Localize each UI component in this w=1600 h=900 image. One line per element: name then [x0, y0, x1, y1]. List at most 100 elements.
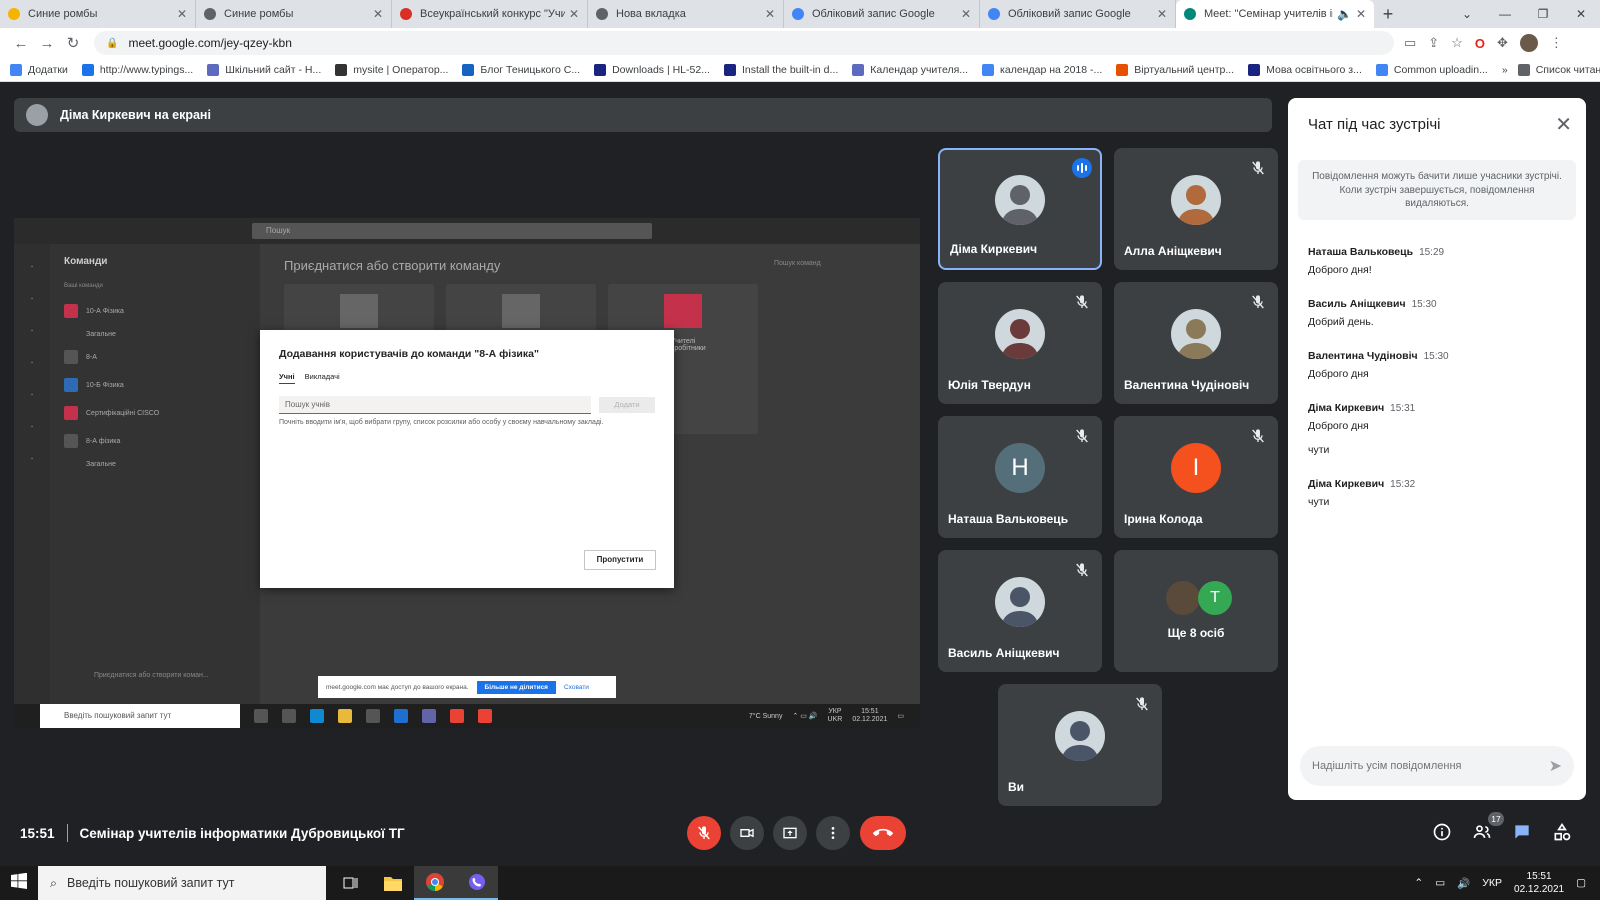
- message-sender: Діма Киркевич: [1308, 478, 1385, 490]
- close-tab-icon[interactable]: ✕: [961, 7, 971, 21]
- more-options-button[interactable]: [816, 816, 850, 850]
- your-teams-label: Ваші команди: [64, 283, 103, 289]
- present-button[interactable]: [773, 816, 807, 850]
- bookmark-item[interactable]: календар на 2018 -...: [982, 63, 1102, 76]
- bookmark-item[interactable]: Календар учителя...: [852, 63, 968, 76]
- speaker-icon[interactable]: 🔈: [1337, 7, 1352, 21]
- chat-button[interactable]: [1512, 822, 1532, 842]
- bookmark-item[interactable]: Віртуальний центр...: [1116, 63, 1234, 76]
- close-chat-button[interactable]: ✕: [1555, 112, 1572, 137]
- participant-tile[interactable]: Василь Аніщкевич: [938, 550, 1102, 672]
- mic-off-icon: [1252, 161, 1264, 175]
- participant-tile[interactable]: Алла Аніщкевич: [1114, 148, 1278, 270]
- maximize-button[interactable]: ❐: [1524, 0, 1562, 28]
- bookmark-label: Downloads | HL-52...: [612, 63, 710, 76]
- bookmark-item[interactable]: Додатки: [10, 63, 68, 76]
- chat-message: Наташа Вальковець 15:29 Доброго дня!: [1308, 246, 1568, 276]
- teams-topbar: Пошук: [14, 218, 920, 244]
- reading-list[interactable]: Список читання: [1517, 63, 1600, 76]
- people-button[interactable]: 17: [1472, 812, 1504, 842]
- bookmark-item[interactable]: Common uploadin...: [1375, 63, 1488, 76]
- people-icon: [1473, 825, 1491, 838]
- bookmark-item[interactable]: Downloads | HL-52...: [594, 63, 710, 76]
- bookmark-item[interactable]: Блог Теницького С...: [462, 63, 580, 76]
- close-tab-icon[interactable]: ✕: [373, 7, 383, 21]
- opera-extension-icon[interactable]: O: [1475, 36, 1485, 51]
- mic-toggle-button[interactable]: [687, 816, 721, 850]
- profile-avatar[interactable]: [1519, 34, 1538, 52]
- system-clock[interactable]: 15:51 02.12.2021: [1514, 870, 1564, 896]
- activities-button[interactable]: [1552, 822, 1572, 842]
- team-item: 8-А: [64, 343, 246, 371]
- send-icon[interactable]: ➤: [1549, 756, 1562, 776]
- volume-icon[interactable]: 🔊: [1457, 877, 1470, 890]
- bookmark-item[interactable]: Мова освітнього з...: [1248, 63, 1362, 76]
- close-tab-icon[interactable]: ✕: [177, 7, 187, 21]
- participant-tile[interactable]: Валентина Чудіновіч: [1114, 282, 1278, 404]
- bookmark-item[interactable]: http://www.typings...: [81, 63, 193, 76]
- close-tab-icon[interactable]: ✕: [1356, 7, 1366, 21]
- leave-call-button[interactable]: [860, 816, 906, 850]
- share-icon[interactable]: ⇪: [1428, 35, 1439, 51]
- camera-toggle-button[interactable]: [730, 816, 764, 850]
- start-button[interactable]: [0, 872, 38, 894]
- chrome-taskbar-button[interactable]: [414, 866, 456, 900]
- language-indicator[interactable]: УКР: [1482, 877, 1502, 889]
- browser-tab[interactable]: Обліковий запис Google ✕: [980, 0, 1176, 28]
- close-tab-icon[interactable]: ✕: [1157, 7, 1167, 21]
- more-bookmarks-icon[interactable]: »: [1502, 64, 1508, 76]
- team-channel: Загальне: [86, 460, 116, 468]
- close-window-button[interactable]: ✕: [1562, 0, 1600, 28]
- close-tab-icon[interactable]: ✕: [569, 7, 579, 21]
- tab-search-icon[interactable]: ⌄: [1448, 0, 1486, 28]
- bookmark-icon: [10, 63, 22, 76]
- message-header: Валентина Чудіновіч 15:30: [1308, 350, 1568, 362]
- browser-toolbar: ← → ↻ 🔒 meet.google.com/jey-qzey-kbn ▭ ⇪…: [0, 28, 1600, 58]
- task-view-button[interactable]: [330, 866, 372, 900]
- forward-button[interactable]: →: [34, 35, 60, 52]
- extensions-icon[interactable]: ✥: [1497, 35, 1508, 51]
- bookmark-icon: [982, 63, 995, 76]
- bookmark-item[interactable]: Шкільний сайт - Н...: [207, 63, 321, 76]
- browser-tab[interactable]: Нова вкладка ✕: [588, 0, 784, 28]
- bookmark-item[interactable]: Install the built-in d...: [723, 63, 838, 76]
- teams-app-rail: ▪ ▪ ▪ ▪ ▪ ▪ ▪: [14, 244, 50, 728]
- browser-tab[interactable]: Синие ромбы ✕: [196, 0, 392, 28]
- menu-icon[interactable]: ⋮: [1550, 35, 1563, 51]
- minimize-button[interactable]: —: [1486, 0, 1524, 28]
- notification-icon: ▭: [897, 713, 904, 720]
- browser-tab[interactable]: Обліковий запис Google ✕: [784, 0, 980, 28]
- participant-tile[interactable]: Юлія Твердун: [938, 282, 1102, 404]
- action-center-icon[interactable]: ▢: [1576, 877, 1586, 889]
- rail-teams-icon: ▪: [31, 328, 33, 334]
- participant-tile[interactable]: Ви: [998, 684, 1162, 806]
- browser-tab[interactable]: Всеукраїнський конкурс "Учите ✕: [392, 0, 588, 28]
- participant-tile[interactable]: Діма Киркевич: [938, 148, 1102, 270]
- close-tab-icon[interactable]: ✕: [765, 7, 775, 21]
- taskbar-search[interactable]: ⌕ Введіть пошуковий запит тут: [38, 866, 326, 900]
- tray-overflow-icon[interactable]: ⌃: [1414, 877, 1423, 889]
- participant-tile[interactable]: І Ірина Колода: [1114, 416, 1278, 538]
- meeting-details-button[interactable]: [1432, 822, 1452, 842]
- new-tab-button[interactable]: +: [1374, 0, 1402, 28]
- viber-taskbar-button[interactable]: [456, 866, 498, 900]
- file-explorer-button[interactable]: [372, 866, 414, 900]
- back-button[interactable]: ←: [8, 35, 34, 52]
- lang-code: УКР: [828, 707, 842, 715]
- address-bar[interactable]: 🔒 meet.google.com/jey-qzey-kbn: [94, 31, 1394, 55]
- bookmark-star-icon[interactable]: ☆: [1451, 35, 1463, 51]
- browser-tab[interactable]: Синие ромбы ✕: [0, 0, 196, 28]
- chat-message: Василь Аніщкевич 15:30 Добрий день.: [1308, 298, 1568, 328]
- participant-tile[interactable]: T Ще 8 осіб: [1114, 550, 1278, 672]
- cast-icon[interactable]: ▭: [1404, 35, 1416, 51]
- network-icon[interactable]: ▭: [1435, 877, 1445, 889]
- camera-icon: [740, 828, 754, 838]
- reload-button[interactable]: ↻: [60, 34, 86, 52]
- bookmark-item[interactable]: mysite | Оператор...: [335, 63, 448, 76]
- tab-title: Синие ромбы: [28, 8, 98, 20]
- chat-input[interactable]: [1312, 760, 1549, 772]
- flame-icon: [400, 8, 412, 20]
- lang-code-latin: UKR: [827, 716, 843, 723]
- browser-tab[interactable]: Meet: "Семінар учителів ін 🔈 ✕: [1176, 0, 1374, 28]
- participant-tile[interactable]: Н Наташа Вальковець: [938, 416, 1102, 538]
